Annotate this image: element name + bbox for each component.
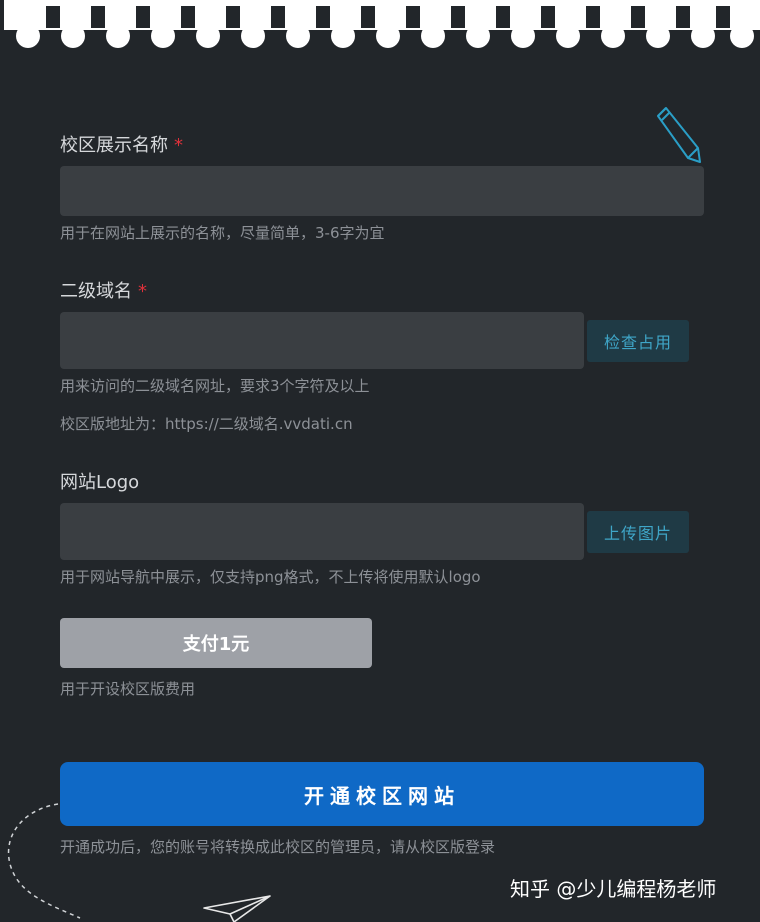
logo-hint: 用于网站导航中展示，仅支持png格式，不上传将使用默认logo bbox=[60, 568, 481, 586]
campus-address-hint: 校区版地址为：https://二级域名.vvdati.cn bbox=[60, 415, 353, 433]
subdomain-label: 二级域名 * bbox=[60, 281, 147, 302]
watermark: 知乎 @少儿编程杨老师 bbox=[510, 877, 717, 901]
logo-input[interactable] bbox=[60, 503, 584, 560]
subdomain-input[interactable] bbox=[60, 312, 584, 369]
pay-button[interactable]: 支付1元 bbox=[60, 618, 372, 668]
campus-name-input[interactable] bbox=[60, 166, 704, 216]
required-mark: * bbox=[138, 281, 147, 302]
subdomain-hint: 用来访问的二级域名网址，要求3个字符及以上 bbox=[60, 377, 370, 395]
check-availability-button[interactable]: 检查占用 bbox=[587, 320, 689, 362]
upload-image-button[interactable]: 上传图片 bbox=[587, 511, 689, 553]
open-campus-site-button[interactable]: 开通校区网站 bbox=[60, 762, 704, 826]
paper-plane-icon bbox=[203, 895, 271, 922]
pencil-icon bbox=[657, 107, 701, 163]
logo-label: 网站Logo bbox=[60, 472, 140, 493]
notebook-binding bbox=[0, 0, 760, 60]
campus-name-label: 校区展示名称 * bbox=[60, 135, 183, 156]
campus-name-hint: 用于在网站上展示的名称，尽量简单，3-6字为宜 bbox=[60, 224, 385, 242]
payment-hint: 用于开设校区版费用 bbox=[60, 680, 196, 698]
submit-hint: 开通成功后，您的账号将转换成此校区的管理员，请从校区版登录 bbox=[60, 838, 496, 856]
required-mark: * bbox=[174, 135, 183, 156]
